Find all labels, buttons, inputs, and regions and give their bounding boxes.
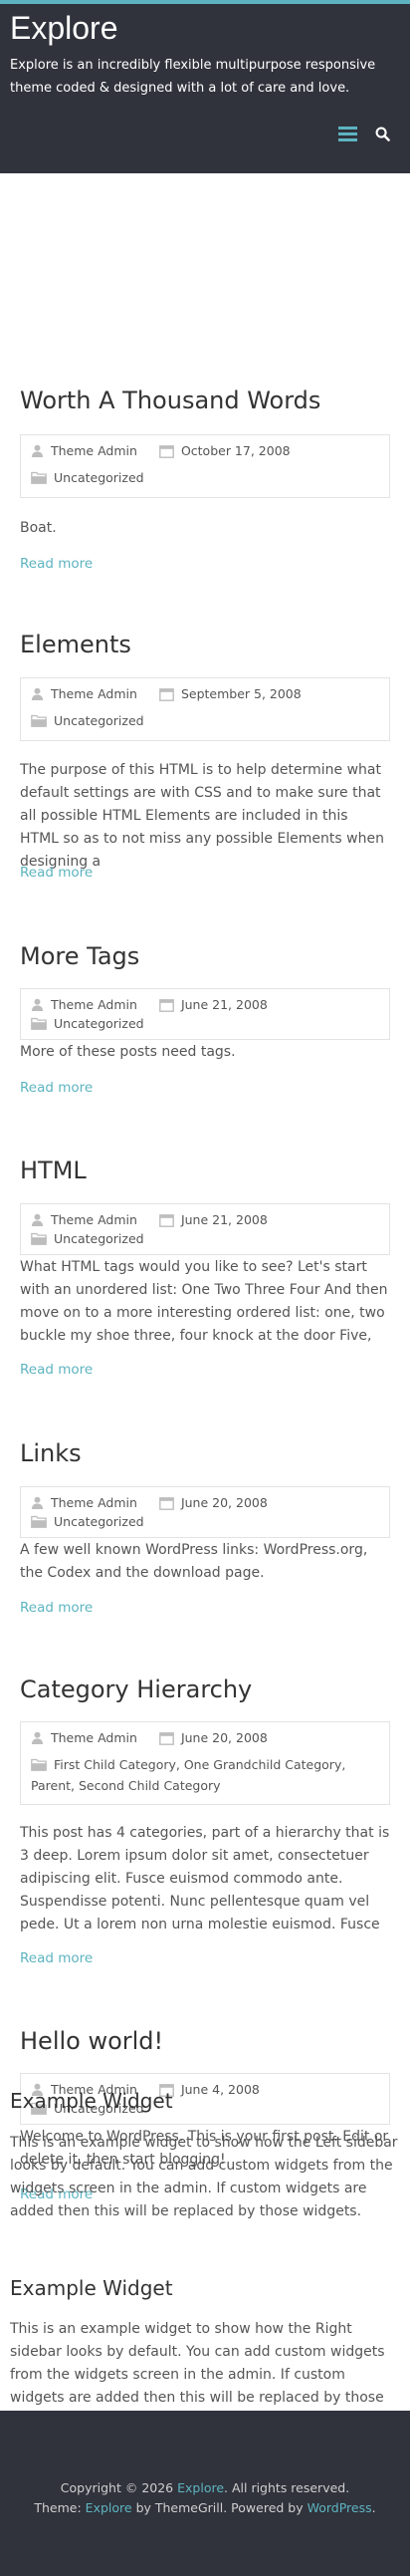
- footer-by: by ThemeGrill. Powered by: [135, 2500, 304, 2515]
- post-meta: Theme Admin June 20, 2008 Uncategorized: [20, 1486, 390, 1538]
- post-meta: Theme Admin June 21, 2008 Uncategorized: [20, 988, 390, 1040]
- folder-icon: [31, 1757, 47, 1776]
- footer-copyright: Copyright © 2026: [60, 2480, 174, 2495]
- post-categories-text[interactable]: Uncategorized: [54, 1512, 144, 1531]
- read-more-link[interactable]: Read more: [20, 1080, 93, 1096]
- footer-theme-prefix: Theme:: [34, 2500, 82, 2515]
- footer-site-link[interactable]: Explore: [177, 2480, 224, 2495]
- folder-icon: [31, 470, 47, 489]
- calendar-icon: [159, 1213, 174, 1227]
- read-more-link[interactable]: Read more: [20, 1600, 93, 1616]
- calendar-icon: [159, 444, 174, 458]
- post-categories[interactable]: Uncategorized: [31, 1512, 144, 1531]
- widget-text: This is an example widget to show how th…: [10, 2135, 398, 2219]
- folder-icon: [31, 713, 47, 732]
- folder-icon: [31, 1017, 47, 1030]
- post-title[interactable]: Worth A Thousand Words: [20, 385, 390, 416]
- post-excerpt: This post has 4 categories, part of a hi…: [20, 1825, 390, 1932]
- post-excerpt: Boat.: [20, 520, 57, 536]
- post-author-name[interactable]: Theme Admin: [51, 1210, 137, 1229]
- site-title[interactable]: Explore: [10, 4, 400, 50]
- footer-theme-link[interactable]: Explore: [86, 2500, 132, 2515]
- post-title[interactable]: Elements: [20, 629, 390, 660]
- post-title[interactable]: Links: [20, 1437, 390, 1469]
- post-author[interactable]: Theme Admin: [31, 1728, 137, 1747]
- folder-icon: [31, 1515, 47, 1528]
- folder-icon: [31, 1232, 47, 1245]
- footer-copyright-line: Copyright © 2026 Explore. All rights res…: [0, 2478, 410, 2498]
- post-date[interactable]: June 21, 2008: [159, 995, 268, 1014]
- calendar-icon: [159, 998, 174, 1012]
- post-excerpt: What HTML tags would you like to see? Le…: [20, 1259, 388, 1344]
- footer-wordpress-link[interactable]: WordPress: [308, 2500, 372, 2515]
- post-author-name[interactable]: Theme Admin: [51, 684, 137, 703]
- post-author-name[interactable]: Theme Admin: [51, 995, 137, 1014]
- post-date-text[interactable]: October 17, 2008: [181, 441, 291, 460]
- widget-title: Example Widget: [10, 2276, 173, 2300]
- widget-title: Example Widget: [10, 2089, 173, 2113]
- footer-credit-line: Theme: Explore by ThemeGrill. Powered by…: [0, 2498, 410, 2518]
- post-date[interactable]: June 20, 2008: [159, 1493, 268, 1512]
- post-meta: Theme Admin June 21, 2008 Uncategorized: [20, 1203, 390, 1255]
- site-description: Explore is an incredibly flexible multip…: [10, 58, 376, 96]
- read-more-link[interactable]: Read more: [20, 865, 93, 881]
- page: Explore Explore is an incredibly flexibl…: [0, 0, 410, 2576]
- post-excerpt: The purpose of this HTML is to help dete…: [20, 762, 384, 870]
- post-date-text[interactable]: June 20, 2008: [181, 1493, 268, 1512]
- post-author[interactable]: Theme Admin: [31, 995, 137, 1014]
- post-title[interactable]: More Tags: [20, 940, 390, 972]
- post-categories[interactable]: Uncategorized: [31, 1229, 144, 1248]
- read-more-link[interactable]: Read more: [20, 1950, 93, 1966]
- read-more-link[interactable]: Read more: [20, 556, 93, 572]
- post-author[interactable]: Theme Admin: [31, 1493, 137, 1512]
- calendar-icon: [159, 687, 174, 701]
- post-excerpt: More of these posts need tags.: [20, 1044, 236, 1060]
- post-categories-text[interactable]: Uncategorized: [54, 470, 144, 485]
- calendar-icon: [159, 1731, 174, 1745]
- post-title[interactable]: Hello world!: [20, 2025, 390, 2057]
- search-icon[interactable]: [375, 127, 390, 141]
- user-icon: [31, 998, 44, 1011]
- post-date-text[interactable]: June 20, 2008: [181, 1728, 268, 1747]
- post-title[interactable]: HTML: [20, 1155, 390, 1186]
- post-author[interactable]: Theme Admin: [31, 441, 137, 460]
- user-icon: [31, 687, 44, 700]
- post-author-name[interactable]: Theme Admin: [51, 441, 137, 460]
- user-icon: [31, 1213, 44, 1226]
- calendar-icon: [159, 1496, 174, 1510]
- post-meta: Theme Admin September 5, 2008 Uncategorize…: [20, 677, 390, 741]
- post-meta: Theme Admin October 17, 2008 Uncategorized: [20, 434, 390, 498]
- post-date-text[interactable]: June 21, 2008: [181, 1210, 268, 1229]
- user-icon: [31, 1496, 44, 1509]
- post-categories-text[interactable]: Uncategorized: [54, 1229, 144, 1248]
- post-author[interactable]: Theme Admin: [31, 1210, 137, 1229]
- post-title[interactable]: Category Hierarchy: [20, 1674, 390, 1705]
- post-author-name[interactable]: Theme Admin: [51, 1493, 137, 1512]
- site-footer: Copyright © 2026 Explore. All rights res…: [0, 2411, 410, 2576]
- post-categories-text[interactable]: First Child Category, One Grandchild Cat…: [31, 1757, 345, 1793]
- user-icon: [31, 444, 44, 457]
- read-more-link[interactable]: Read more: [20, 1362, 93, 1378]
- post-author[interactable]: Theme Admin: [31, 684, 137, 703]
- post-date[interactable]: June 20, 2008: [159, 1728, 268, 1747]
- post-date-text[interactable]: September 5, 2008: [181, 684, 302, 703]
- post-excerpt: A few well known WordPress links: WordPr…: [20, 1542, 368, 1581]
- header-icons: [338, 124, 390, 144]
- post-date[interactable]: June 21, 2008: [159, 1210, 268, 1229]
- post-categories[interactable]: Uncategorized: [31, 1014, 144, 1033]
- post-categories-text[interactable]: Uncategorized: [54, 713, 144, 728]
- post-date[interactable]: October 17, 2008: [159, 441, 291, 460]
- post-date-text[interactable]: June 21, 2008: [181, 995, 268, 1014]
- user-icon: [31, 1731, 44, 1744]
- footer-end: .: [371, 2500, 376, 2515]
- post-author-name[interactable]: Theme Admin: [51, 1728, 137, 1747]
- site-header: Explore Explore is an incredibly flexibl…: [0, 4, 410, 173]
- post-date[interactable]: September 5, 2008: [159, 684, 302, 703]
- footer-rights: . All rights reserved.: [224, 2480, 350, 2495]
- menu-icon[interactable]: [338, 124, 357, 144]
- post-categories-text[interactable]: Uncategorized: [54, 1014, 144, 1033]
- post-meta: Theme Admin June 20, 2008 First Child Cate…: [20, 1721, 390, 1805]
